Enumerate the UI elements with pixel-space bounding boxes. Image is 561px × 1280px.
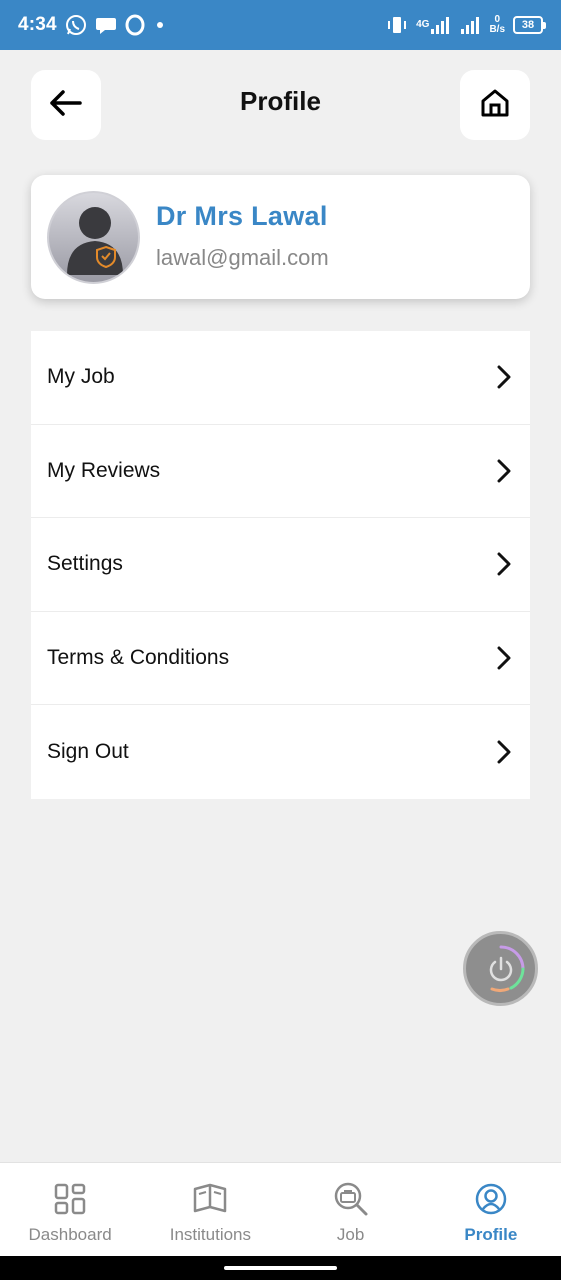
home-button[interactable] (460, 70, 530, 140)
profile-icon (474, 1181, 508, 1217)
data-speed: 0 B/s (489, 15, 505, 35)
power-icon (489, 945, 524, 992)
network-label: 4G (416, 19, 430, 30)
menu-item-my-job[interactable]: My Job (31, 331, 530, 425)
menu-item-label: My Reviews (47, 458, 161, 482)
battery-icon: 38 (513, 16, 546, 34)
opera-icon (125, 14, 145, 36)
menu-item-label: My Job (47, 365, 115, 389)
status-bar: 4:34 4G 0 B/s 38 (0, 0, 561, 50)
nav-item-job[interactable]: Job (281, 1163, 421, 1256)
nav-label: Profile (464, 1225, 518, 1244)
user-shield-avatar-icon (67, 207, 123, 275)
menu-item-label: Settings (47, 552, 123, 576)
chevron-right-icon (496, 364, 512, 390)
battery-level: 38 (521, 19, 535, 31)
speed-unit: B/s (489, 24, 505, 35)
menu-item-sign-out[interactable]: Sign Out (31, 705, 530, 799)
system-nav-bar (0, 1256, 561, 1280)
chevron-right-icon (496, 645, 512, 671)
nav-label: Institutions (169, 1225, 251, 1244)
bottom-nav: Dashboard Institutions Job Profile (0, 1162, 561, 1256)
profile-card: Dr Mrs Lawal lawal@gmail.com (31, 175, 530, 299)
dot-icon (153, 20, 167, 30)
profile-email: lawal@gmail.com (156, 245, 329, 270)
signal-icon (459, 15, 481, 35)
menu-item-settings[interactable]: Settings (31, 518, 530, 612)
signal-icon: 4G (416, 15, 451, 35)
nav-item-dashboard[interactable]: Dashboard (0, 1163, 140, 1256)
menu-item-label: Sign Out (47, 740, 129, 764)
nav-item-profile[interactable]: Profile (421, 1163, 561, 1256)
whatsapp-icon (65, 14, 87, 36)
chevron-right-icon (496, 551, 512, 577)
menu-item-terms-conditions[interactable]: Terms & Conditions (31, 612, 530, 706)
menu-item-my-reviews[interactable]: My Reviews (31, 425, 530, 519)
status-time: 4:34 (18, 14, 57, 35)
home-indicator[interactable] (224, 1266, 337, 1270)
book-icon (192, 1181, 228, 1217)
dashboard-grid-icon (53, 1181, 87, 1217)
briefcase-search-icon (333, 1181, 369, 1217)
chevron-right-icon (496, 458, 512, 484)
avatar (47, 191, 140, 284)
menu-item-label: Terms & Conditions (47, 646, 230, 670)
floating-power-button[interactable] (463, 931, 538, 1006)
chevron-right-icon (496, 739, 512, 765)
nav-label: Dashboard (28, 1225, 112, 1244)
nav-item-institutions[interactable]: Institutions (140, 1163, 280, 1256)
home-icon (479, 87, 511, 124)
chat-bubble-icon (95, 15, 117, 35)
profile-name: Dr Mrs Lawal (156, 201, 328, 231)
vibrate-icon (386, 15, 408, 35)
profile-menu: My Job My Reviews Settings Terms & Condi… (31, 331, 530, 799)
nav-label: Job (336, 1225, 365, 1244)
